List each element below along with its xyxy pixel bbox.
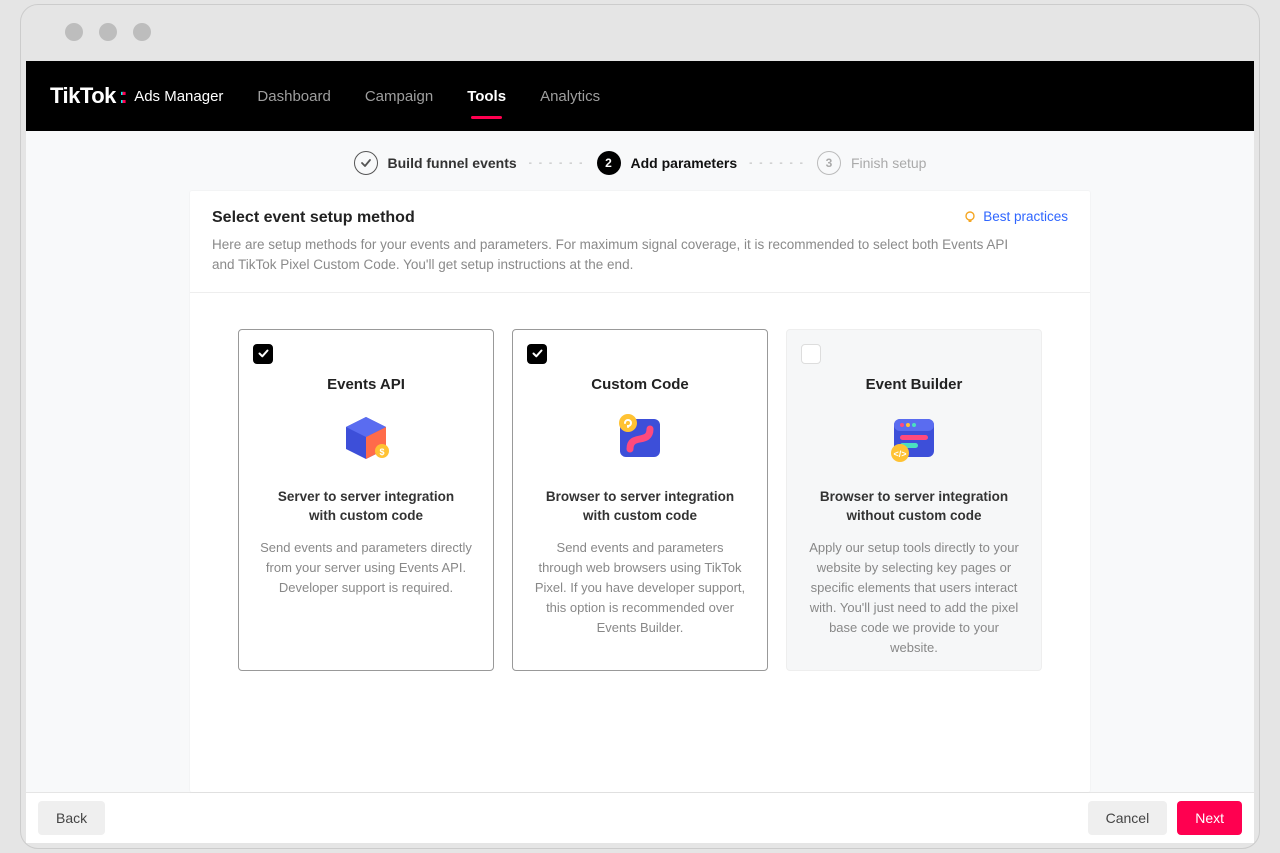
- best-practices-text[interactable]: Best practices: [983, 209, 1068, 224]
- step-add-parameters[interactable]: 2 Add parameters: [597, 151, 738, 175]
- browser-window: TikTok : Ads Manager Dashboard Campaign …: [20, 4, 1260, 849]
- svg-text:</>: </>: [893, 449, 906, 459]
- card-body: Send events and parameters directly from…: [259, 538, 473, 598]
- nav-tools[interactable]: Tools: [467, 88, 506, 105]
- stepper: Build funnel events - - - - - - 2 Add pa…: [26, 131, 1254, 191]
- step-divider: - - - - - -: [529, 158, 585, 169]
- card-events-api[interactable]: Events API $ Server to server integratio…: [238, 329, 494, 671]
- card-event-builder[interactable]: Event Builder </> Browser to server in: [786, 329, 1042, 671]
- window-dot: [99, 23, 117, 41]
- back-button[interactable]: Back: [38, 801, 105, 835]
- panel-title: Select event setup method: [212, 209, 1068, 227]
- window-dot: [133, 23, 151, 41]
- brand-subtitle: Ads Manager: [134, 88, 223, 105]
- window-titlebar: [21, 5, 1259, 59]
- brand-colon-icon: :: [119, 83, 126, 109]
- step-number: 3: [817, 151, 841, 175]
- cards-row: Events API $ Server to server integratio…: [190, 293, 1090, 711]
- nav-campaign[interactable]: Campaign: [365, 88, 433, 105]
- card-body: Apply our setup tools directly to your w…: [807, 538, 1021, 659]
- panel-description: Here are setup methods for your events a…: [212, 235, 1032, 276]
- app-body: TikTok : Ads Manager Dashboard Campaign …: [26, 61, 1254, 792]
- footer-bar: Back Cancel Next: [26, 793, 1254, 843]
- card-subtitle: Server to server integration with custom…: [263, 487, 469, 526]
- card-subtitle: Browser to server integration without cu…: [811, 487, 1017, 526]
- window-dot: [65, 23, 83, 41]
- card-subtitle: Browser to server integration with custo…: [537, 487, 743, 526]
- lightbulb-icon: [963, 210, 977, 224]
- brand-logo: TikTok: [50, 83, 116, 109]
- step-build-funnel[interactable]: Build funnel events: [354, 151, 517, 175]
- cancel-button[interactable]: Cancel: [1088, 801, 1168, 835]
- step-number: 2: [597, 151, 621, 175]
- best-practices-link[interactable]: Best practices: [963, 209, 1068, 224]
- checkbox-custom-code[interactable]: [527, 344, 547, 364]
- nav-analytics[interactable]: Analytics: [540, 88, 600, 105]
- card-title: Custom Code: [529, 376, 751, 393]
- step-divider: - - - - - -: [749, 158, 805, 169]
- checkbox-event-builder[interactable]: [801, 344, 821, 364]
- check-icon: [354, 151, 378, 175]
- browser-window-icon: </>: [888, 411, 940, 463]
- card-title: Event Builder: [803, 376, 1025, 393]
- step-label: Finish setup: [851, 155, 926, 171]
- step-finish-setup[interactable]: 3 Finish setup: [817, 151, 926, 175]
- cube-icon: $: [340, 411, 392, 463]
- panel-header: Select event setup method Here are setup…: [190, 191, 1090, 293]
- checkbox-events-api[interactable]: [253, 344, 273, 364]
- svg-text:$: $: [379, 447, 384, 457]
- code-card-icon: [614, 411, 666, 463]
- step-label: Add parameters: [631, 155, 738, 171]
- step-label: Build funnel events: [388, 155, 517, 171]
- main-panel: Select event setup method Here are setup…: [190, 191, 1090, 792]
- nav-dashboard[interactable]: Dashboard: [257, 88, 330, 105]
- top-nav: TikTok : Ads Manager Dashboard Campaign …: [26, 61, 1254, 131]
- card-custom-code[interactable]: Custom Code Browser to server integratio…: [512, 329, 768, 671]
- brand: TikTok : Ads Manager: [50, 83, 223, 109]
- next-button[interactable]: Next: [1177, 801, 1242, 835]
- card-title: Events API: [255, 376, 477, 393]
- card-body: Send events and parameters through web b…: [533, 538, 747, 639]
